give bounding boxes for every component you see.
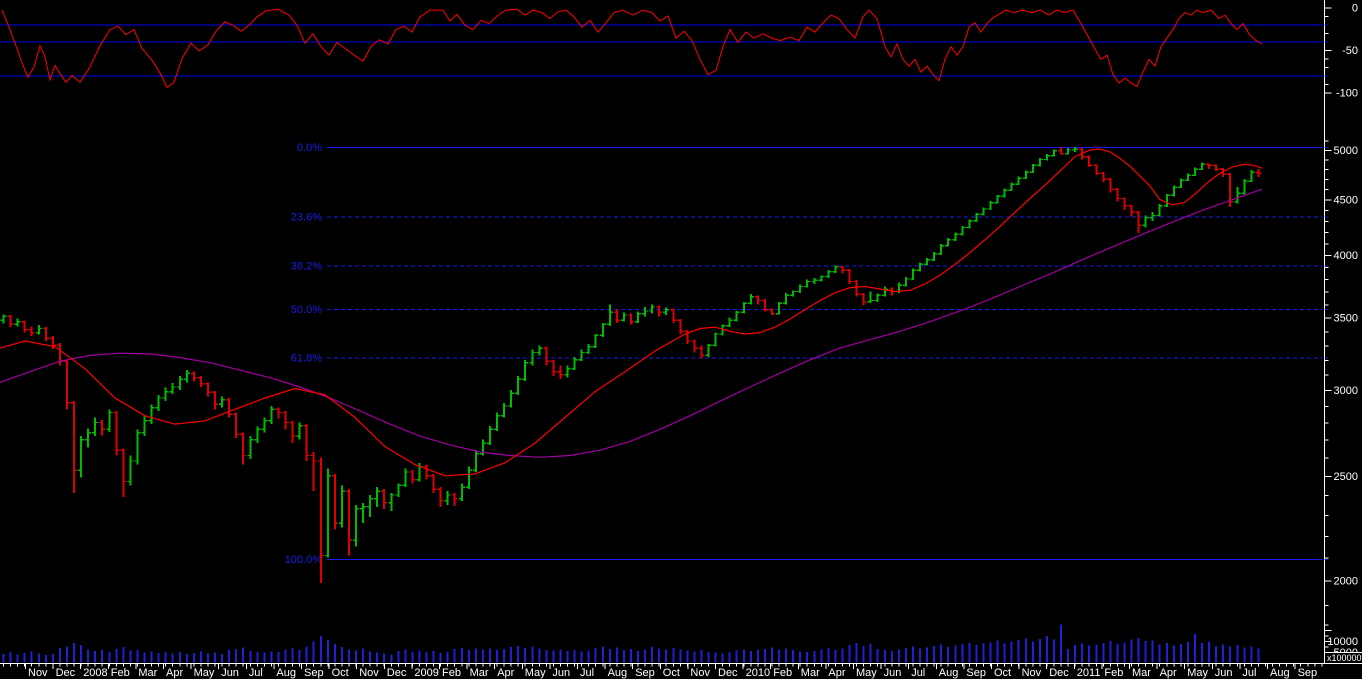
fib-level-label: 61.8% [291, 352, 322, 364]
month-label: 2008 [83, 667, 107, 679]
month-label: Sep [635, 667, 655, 679]
oscillator-axis-label: -100 [1336, 88, 1358, 100]
month-label: Feb [1104, 667, 1123, 679]
chart-canvas[interactable]: 0.0% 23.6% 38.2% 50.0% 61.8% 100.0% 0 -50 -100 50… [0, 0, 1362, 679]
price-axis-label: 3000 [1334, 385, 1358, 397]
moving-averages-layer [0, 148, 1263, 477]
month-label: Aug [939, 667, 959, 679]
price-axis-label: 4000 [1334, 250, 1358, 262]
x-axis[interactable]: Nov Dec 2008 Feb Mar Apr May Jun Jul Aug Sep Oct Nov… [3, 664, 1323, 679]
month-label: Feb [442, 667, 461, 679]
month-label: Jun [552, 667, 570, 679]
month-label: Oct [994, 667, 1011, 679]
month-label: Jul [580, 667, 594, 679]
month-label: 2009 [414, 667, 438, 679]
month-label: Sep [966, 667, 986, 679]
fast-moving-average-line[interactable] [0, 148, 1263, 477]
month-label: Apr [166, 667, 183, 679]
month-label: Apr [497, 667, 514, 679]
month-label: Mar [470, 667, 489, 679]
month-label: Aug [1270, 667, 1290, 679]
month-label: Aug [276, 667, 296, 679]
month-label: Feb [773, 667, 792, 679]
chart-window: 0.0% 23.6% 38.2% 50.0% 61.8% 100.0% 0 -50 -100 50… [0, 0, 1362, 679]
month-label: May [525, 667, 546, 679]
ohlc-bars-layer [0, 147, 1262, 583]
volume-multiplier-badge: x100000 [1324, 652, 1362, 664]
month-label: May [194, 667, 215, 679]
month-label: Oct [332, 667, 349, 679]
price-axis-label: 4500 [1334, 195, 1358, 207]
fib-level-label: 38.2% [291, 261, 322, 273]
volume-panel [2, 624, 1260, 663]
month-label: Dec [1049, 667, 1069, 679]
month-label: May [856, 667, 877, 679]
month-label: Nov [1022, 667, 1042, 679]
month-label: Dec [387, 667, 407, 679]
month-label: Mar [801, 667, 820, 679]
month-label: Nov [359, 667, 379, 679]
price-axis-label: 5000 [1334, 145, 1358, 157]
month-label: Oct [663, 667, 680, 679]
month-label: Jul [911, 667, 925, 679]
month-label: Jun [221, 667, 239, 679]
month-label: Feb [111, 667, 130, 679]
fib-level-label: 50.0% [291, 304, 322, 316]
fib-level-label: 0.0% [297, 142, 322, 154]
month-label: Nov [690, 667, 710, 679]
month-label: Jul [249, 667, 263, 679]
fib-level-label: 23.6% [291, 212, 322, 224]
fib-level-label: 100.0% [285, 554, 323, 566]
price-axis-label: 2500 [1334, 471, 1358, 483]
month-label: Sep [304, 667, 324, 679]
price-axis-label: 3500 [1334, 313, 1358, 325]
month-label: Nov [28, 667, 48, 679]
month-label: Apr [1160, 667, 1177, 679]
month-label: Jun [1215, 667, 1233, 679]
oscillator-panel [0, 8, 1322, 89]
month-label: Jun [884, 667, 902, 679]
month-label: Dec [718, 667, 738, 679]
oscillator-axis-label: -50 [1342, 45, 1358, 57]
month-label: Aug [608, 667, 628, 679]
month-label: Sep [1298, 667, 1318, 679]
month-label: Jul [1242, 667, 1256, 679]
month-label: 2011 [1077, 667, 1101, 679]
month-label: Mar [138, 667, 157, 679]
month-label: Apr [828, 667, 845, 679]
month-label: Mar [1132, 667, 1151, 679]
month-label: May [1187, 667, 1208, 679]
month-label: Dec [56, 667, 76, 679]
price-axis-label: 2000 [1334, 576, 1358, 588]
month-label: 2010 [746, 667, 770, 679]
oscillator-axis-label: 0 [1352, 3, 1358, 15]
